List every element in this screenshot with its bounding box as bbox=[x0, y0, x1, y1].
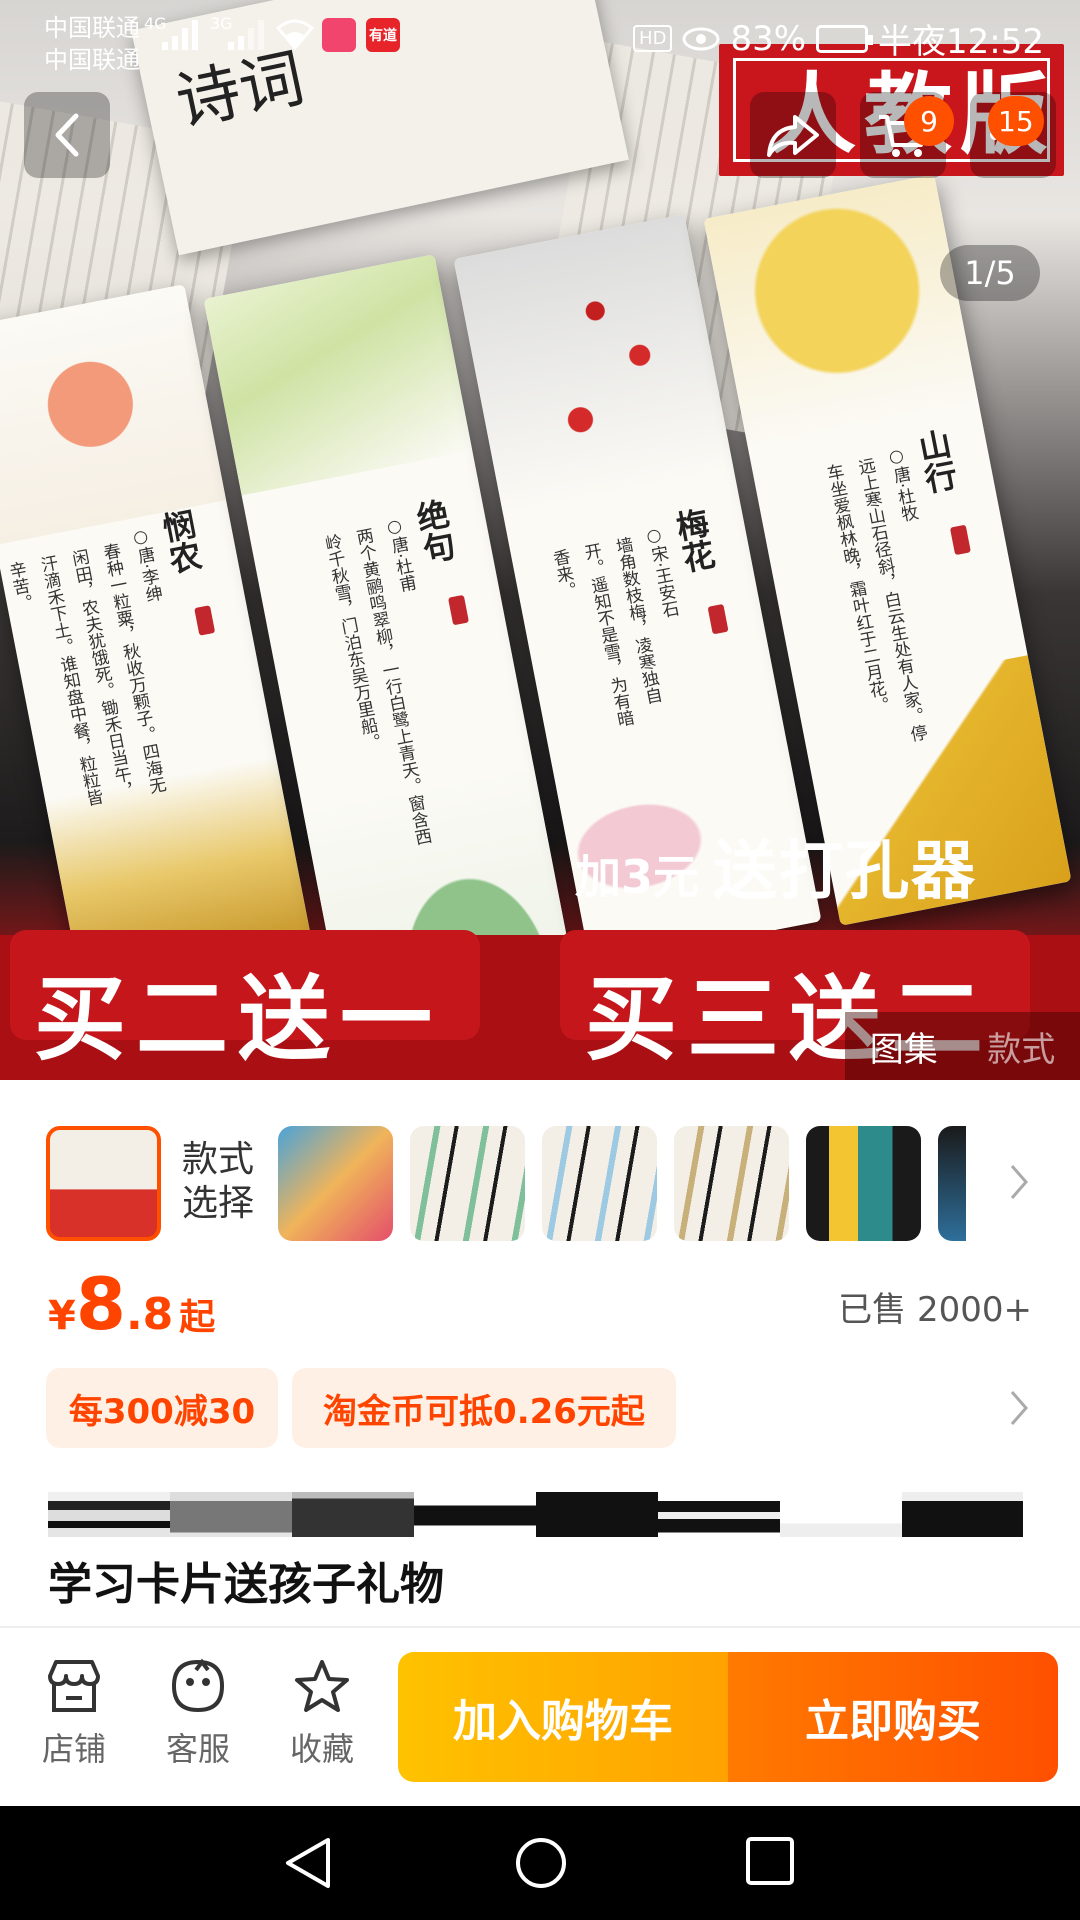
carrier-2: 中国联通 bbox=[44, 46, 140, 74]
red-seal-icon bbox=[447, 594, 470, 626]
chevron-right-icon[interactable] bbox=[1008, 1388, 1030, 1428]
autumn-tree-art bbox=[703, 174, 980, 455]
bottom-action-bar: 店铺 客服 收藏 加入购物车 立即购买 bbox=[0, 1628, 1080, 1806]
star-icon bbox=[295, 1660, 349, 1712]
tab-gallery[interactable]: 图集 bbox=[870, 1022, 938, 1071]
style-select-label[interactable]: 款式选择 bbox=[182, 1138, 262, 1226]
red-seal-icon bbox=[194, 605, 216, 636]
promo-gift: 送打孔器 bbox=[713, 835, 978, 909]
shop-button[interactable]: 店铺 bbox=[14, 1658, 134, 1770]
style-thumbnail[interactable] bbox=[806, 1126, 921, 1241]
favorite-button[interactable]: 收藏 bbox=[262, 1658, 382, 1770]
sold-count: 已售 2000+ bbox=[838, 1290, 1032, 1330]
nav-recents-icon[interactable] bbox=[745, 1836, 795, 1886]
service-icon bbox=[171, 1658, 225, 1713]
price-decimal: .8 bbox=[125, 1289, 174, 1340]
battery-icon bbox=[816, 24, 874, 53]
poem-title: 绝句 bbox=[409, 496, 459, 567]
hd-indicator: HD bbox=[633, 25, 673, 52]
carrier-1: 中国联通 bbox=[44, 14, 140, 42]
back-button[interactable] bbox=[24, 92, 110, 178]
clock: 半夜12:52 bbox=[878, 22, 1044, 62]
style-thumbnail[interactable] bbox=[938, 1126, 966, 1241]
style-thumbnail[interactable] bbox=[542, 1126, 657, 1241]
redacted-content bbox=[48, 1492, 1023, 1537]
plum-blossom-art bbox=[453, 214, 734, 515]
price-integer: 8 bbox=[75, 1262, 126, 1346]
gallery-tabs: 图集 款式 bbox=[845, 1012, 1080, 1080]
chevron-left-icon bbox=[55, 113, 79, 157]
status-right: HD 83% 半夜12:52 bbox=[633, 14, 1044, 63]
signal-icon bbox=[162, 20, 198, 50]
style-thumbnail[interactable] bbox=[278, 1126, 393, 1241]
youdao-app-icon: 有道 bbox=[366, 18, 400, 52]
wifi-icon bbox=[275, 19, 315, 50]
style-thumbnail[interactable] bbox=[674, 1126, 789, 1241]
cart-count-badge: 9 bbox=[904, 96, 954, 146]
shop-label: 店铺 bbox=[41, 1730, 106, 1768]
service-label: 客服 bbox=[165, 1730, 230, 1768]
system-nav-bar bbox=[0, 1806, 1080, 1920]
promo-price-add: 加3元 bbox=[575, 850, 700, 904]
style-selector[interactable]: 款式选择 bbox=[0, 1120, 1080, 1245]
signal-icon bbox=[228, 20, 264, 50]
product-title: 学习卡片送孩子礼物 bbox=[48, 1559, 444, 1610]
style-thumbnail-selected[interactable] bbox=[46, 1126, 161, 1241]
tab-styles[interactable]: 款式 bbox=[987, 1022, 1055, 1071]
share-button[interactable] bbox=[750, 92, 836, 178]
red-seal-icon bbox=[707, 603, 729, 635]
chevron-right-icon[interactable] bbox=[1008, 1162, 1030, 1202]
customer-service-button[interactable]: 客服 bbox=[138, 1658, 258, 1770]
shop-icon bbox=[48, 1660, 100, 1712]
style-thumbnail[interactable] bbox=[410, 1126, 525, 1241]
battery-percent: 83% bbox=[730, 18, 807, 59]
price-currency: ¥ bbox=[48, 1293, 76, 1339]
message-count-badge: 15 bbox=[988, 96, 1044, 146]
price-suffix: 起 bbox=[179, 1297, 216, 1338]
image-counter: 1/5 bbox=[940, 245, 1040, 301]
coupon-taojinbi[interactable]: 淘金币可抵0.26元起 bbox=[292, 1368, 676, 1448]
poem-title: 山行 bbox=[911, 426, 961, 497]
nav-back-icon[interactable] bbox=[282, 1836, 334, 1890]
nav-home-icon[interactable] bbox=[514, 1836, 568, 1890]
share-icon bbox=[767, 115, 819, 157]
red-seal-icon bbox=[949, 524, 971, 556]
poem-title: 梅花 bbox=[668, 505, 719, 576]
poem-title: 悯农 bbox=[155, 506, 205, 577]
favorite-label: 收藏 bbox=[289, 1730, 354, 1768]
price-row: ¥ 8 .8 起 已售 2000+ bbox=[48, 1262, 1032, 1346]
promo-buy-two-get-one: 买二送一 bbox=[34, 966, 443, 1073]
coupon-discount[interactable]: 每300减30 bbox=[46, 1368, 278, 1448]
status-bar: 中国联通 中国联通 4G 3G 有道 HD 83% 半夜12:52 bbox=[0, 0, 1080, 74]
eye-icon bbox=[682, 27, 720, 50]
buy-now-button[interactable]: 立即购买 bbox=[728, 1652, 1058, 1782]
add-to-cart-button[interactable]: 加入购物车 bbox=[398, 1652, 728, 1782]
willow-art bbox=[203, 254, 473, 496]
notification-app-icon bbox=[322, 18, 356, 52]
hole-punch-promo: 加3元 送打孔器 bbox=[575, 820, 977, 912]
